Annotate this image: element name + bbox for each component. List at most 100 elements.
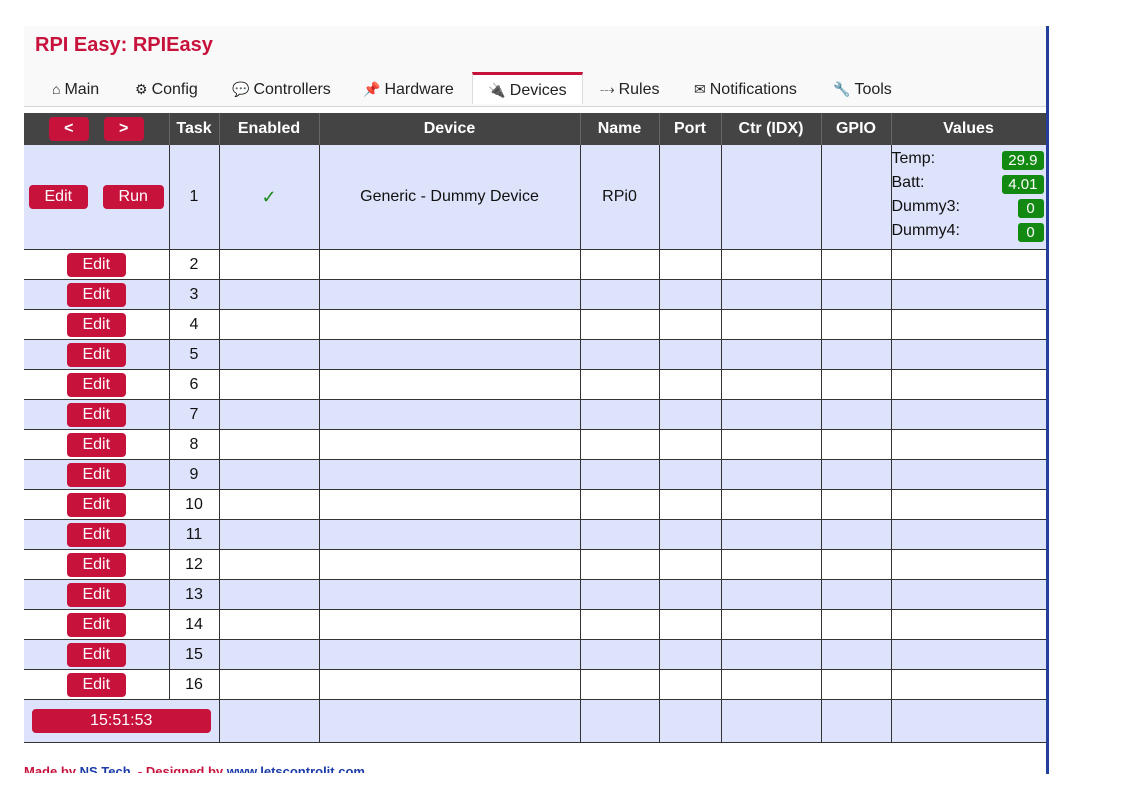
empty-cell — [721, 309, 822, 340]
empty-cell — [659, 459, 722, 490]
empty-cell — [319, 279, 581, 310]
value-badge: 0 — [1017, 199, 1044, 218]
value-row: Dummy3: 0 — [892, 197, 1046, 221]
tab-notifications[interactable]: ✉ Notifications — [694, 72, 797, 105]
empty-cell — [580, 579, 660, 610]
tab-rules[interactable]: ⤏ Rules — [600, 72, 659, 105]
actions-cell: Edit — [24, 249, 170, 280]
empty-cell — [219, 699, 320, 743]
port-cell — [659, 145, 722, 250]
empty-cell — [721, 429, 822, 460]
actions-cell: Edit — [24, 459, 170, 490]
devices-table: < > Task Enabled Device Name Port Ctr (I… — [24, 113, 1046, 743]
actions-cell: Edit — [24, 309, 170, 340]
edit-button[interactable]: Edit — [66, 312, 126, 337]
tab-label: Controllers — [253, 81, 331, 98]
site-link[interactable]: www.letscontrolit.com — [227, 764, 365, 773]
value-row: Dummy4: 0 — [892, 221, 1046, 245]
empty-cell — [721, 699, 822, 743]
empty-cell — [580, 429, 660, 460]
edit-button[interactable]: Edit — [66, 432, 126, 457]
tab-devices[interactable]: 🔌 Devices — [472, 72, 583, 104]
empty-cell — [721, 609, 822, 640]
empty-cell — [891, 489, 1046, 520]
edit-button[interactable]: Edit — [66, 522, 126, 547]
empty-cell — [821, 699, 892, 743]
header-gpio: GPIO — [821, 113, 892, 145]
tab-hardware[interactable]: 📌 Hardware — [363, 72, 454, 105]
pushpin-icon: 📌 — [363, 81, 381, 97]
empty-cell — [659, 519, 722, 550]
empty-cell — [319, 699, 581, 743]
tab-config[interactable]: ⚙ Config — [135, 72, 198, 105]
empty-cell — [891, 339, 1046, 370]
empty-cell — [821, 639, 892, 670]
actions-cell: Edit — [24, 549, 170, 580]
empty-cell — [219, 579, 320, 610]
empty-cell — [821, 339, 892, 370]
empty-cell — [219, 369, 320, 400]
header-task: Task — [169, 113, 220, 145]
run-button[interactable]: Run — [102, 185, 164, 209]
empty-cell — [821, 399, 892, 430]
author-link[interactable]: NS Tech — [80, 764, 131, 773]
empty-cell — [219, 309, 320, 340]
empty-cell — [319, 579, 581, 610]
edit-button[interactable]: Edit — [66, 672, 126, 697]
empty-cell — [659, 669, 722, 700]
tab-tools[interactable]: 🔧 Tools — [833, 72, 892, 105]
header-nav-cell: < > — [24, 113, 170, 145]
prev-page-button[interactable]: < — [48, 117, 89, 141]
empty-cell — [821, 309, 892, 340]
task-number: 6 — [169, 369, 220, 400]
actions-cell: Edit — [24, 519, 170, 550]
empty-cell — [821, 609, 892, 640]
edit-button[interactable]: Edit — [28, 185, 88, 209]
gpio-cell — [821, 145, 892, 250]
next-page-button[interactable]: > — [103, 117, 144, 141]
empty-cell — [580, 249, 660, 280]
empty-cell — [219, 459, 320, 490]
footer-prefix: Made by — [24, 764, 80, 773]
empty-cell — [580, 279, 660, 310]
edit-button[interactable]: Edit — [66, 342, 126, 367]
clock-button[interactable]: 15:51:53 — [31, 709, 211, 733]
wrench-icon: 🔧 — [833, 81, 851, 97]
empty-cell — [821, 279, 892, 310]
actions-cell: Edit — [24, 369, 170, 400]
empty-cell — [580, 699, 660, 743]
table-row: Edit 16 — [24, 669, 1046, 700]
value-row: Temp: 29.9 — [892, 149, 1046, 173]
empty-cell — [219, 639, 320, 670]
edit-button[interactable]: Edit — [66, 402, 126, 427]
empty-cell — [219, 519, 320, 550]
empty-cell — [721, 669, 822, 700]
table-footer-row: 15:51:53 — [24, 699, 1046, 743]
empty-cell — [891, 699, 1046, 743]
empty-cell — [659, 699, 722, 743]
empty-cell — [721, 249, 822, 280]
actions-cell: Edit — [24, 609, 170, 640]
table-row: Edit 15 — [24, 639, 1046, 670]
value-label: Dummy4: — [891, 222, 960, 239]
edit-button[interactable]: Edit — [66, 372, 126, 397]
empty-cell — [659, 339, 722, 370]
edit-button[interactable]: Edit — [66, 612, 126, 637]
tab-main[interactable]: ⌂ Main — [52, 72, 99, 105]
header-name: Name — [580, 113, 660, 145]
empty-cell — [659, 309, 722, 340]
tab-label: Tools — [854, 81, 892, 98]
edit-button[interactable]: Edit — [66, 462, 126, 487]
edit-button[interactable]: Edit — [66, 552, 126, 577]
edit-button[interactable]: Edit — [66, 582, 126, 607]
tab-bar: ⌂ Main ⚙ Config 💬 Controllers 📌 Hardware 🔌 De… — [24, 72, 1046, 107]
edit-button[interactable]: Edit — [66, 642, 126, 667]
empty-cell — [580, 669, 660, 700]
edit-button[interactable]: Edit — [66, 252, 126, 277]
empty-cell — [659, 549, 722, 580]
table-row: Edit 12 — [24, 549, 1046, 580]
edit-button[interactable]: Edit — [66, 492, 126, 517]
edit-button[interactable]: Edit — [66, 282, 126, 307]
empty-cell — [580, 519, 660, 550]
tab-controllers[interactable]: 💬 Controllers — [232, 72, 331, 105]
